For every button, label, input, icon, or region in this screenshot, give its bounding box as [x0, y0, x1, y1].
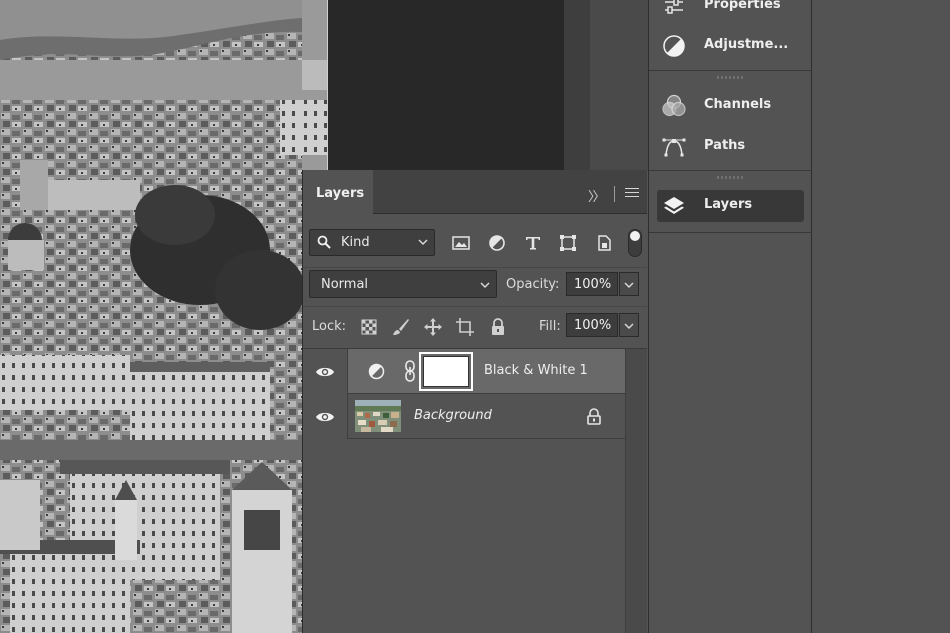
document-pasteboard [327, 0, 564, 170]
dock-group-layers: Layers [649, 172, 812, 233]
smart-object-filter-icon[interactable] [594, 233, 614, 253]
document-canvas[interactable] [0, 0, 302, 633]
fill-label: Fill: [539, 319, 561, 334]
dock-group-properties: Properties Adjustme... [649, 0, 812, 79]
layer-row-background[interactable]: Background [303, 394, 647, 439]
dock-item-properties[interactable]: Properties [657, 0, 804, 22]
filter-kind-label: Kind [341, 235, 370, 250]
chain-link-icon[interactable] [404, 360, 416, 382]
layer-thumbnail [355, 400, 401, 432]
chevron-down-icon [418, 239, 428, 245]
eye-icon [316, 412, 334, 422]
blend-mode-value: Normal [321, 277, 369, 292]
lock-fill-row: Lock: Fill: 100% [303, 306, 647, 346]
dock-item-label: Adjustme... [704, 37, 789, 52]
image-filter-icon[interactable] [451, 233, 471, 253]
search-icon [317, 235, 331, 249]
opacity-input[interactable]: 100% [566, 272, 618, 296]
panel-dock: Properties Adjustme... Channels Paths La… [648, 0, 812, 633]
layers-tab-bar: Layers 〉〉 [303, 170, 647, 215]
layer-filter-row: Kind [303, 223, 647, 257]
layer-name: Background [414, 408, 492, 423]
dock-item-label: Layers [704, 197, 753, 212]
panel-gutter [564, 0, 590, 170]
dock-group-channels: Channels Paths [649, 72, 812, 179]
fill-input[interactable]: 100% [566, 313, 618, 337]
layer-name: Black & White 1 [484, 363, 588, 378]
channels-icon [662, 94, 686, 117]
type-filter-icon[interactable] [523, 233, 543, 253]
paths-icon [662, 138, 686, 157]
workspace-background [812, 0, 950, 633]
chevron-down-icon [624, 282, 634, 288]
move-icon[interactable] [423, 317, 443, 337]
properties-icon [665, 0, 683, 14]
fill-dropdown[interactable] [619, 313, 639, 337]
eye-icon [316, 367, 334, 377]
layers-list-scrollbar[interactable] [625, 349, 647, 633]
dock-item-channels[interactable]: Channels [657, 90, 804, 122]
adjustment-layer-icon [368, 363, 385, 380]
dock-item-paths[interactable]: Paths [657, 131, 804, 163]
dock-item-label: Channels [704, 97, 772, 112]
layer-visibility-toggle[interactable] [303, 394, 347, 439]
chevron-down-icon [624, 323, 634, 329]
layer-body[interactable]: Black & White 1 [347, 349, 625, 394]
opacity-dropdown[interactable] [619, 272, 639, 296]
layers-panel: Layers 〉〉 Kind Normal Opacity: 100% Lock… [302, 170, 647, 633]
layers-list: Black & White 1 Background [303, 348, 647, 633]
filter-kind-select[interactable]: Kind [309, 229, 435, 256]
dock-item-adjustments[interactable]: Adjustme... [657, 30, 804, 62]
lock-transparent-pixels-icon[interactable] [359, 317, 379, 337]
chevron-down-icon [480, 282, 490, 288]
dock-item-layers[interactable]: Layers [657, 190, 804, 222]
panel-menu-icon[interactable] [625, 188, 639, 198]
tab-divider [614, 186, 615, 202]
filter-toggle-switch[interactable] [628, 229, 642, 257]
collapse-panel-button[interactable]: 〉〉 [588, 186, 605, 205]
canvas-edge [302, 0, 328, 170]
dock-item-label: Paths [704, 138, 746, 153]
adjustments-icon [663, 35, 685, 57]
blend-opacity-row: Normal Opacity: 100% [303, 267, 647, 303]
lock-all-icon[interactable] [488, 317, 508, 337]
lock-label: Lock: [312, 319, 347, 334]
layer-body[interactable]: Background [347, 394, 625, 439]
dock-item-label: Properties [704, 0, 781, 12]
layer-visibility-toggle[interactable] [303, 349, 347, 394]
lock-icon [587, 408, 601, 425]
layer-mask-thumbnail[interactable] [419, 352, 473, 391]
artboard-crop-icon[interactable] [455, 317, 475, 337]
photo-image [0, 0, 302, 633]
layer-row-black-and-white[interactable]: Black & White 1 [303, 349, 647, 394]
tab-layers[interactable]: Layers [303, 170, 373, 215]
panel-gutter-2 [590, 0, 648, 170]
adjustment-filter-icon[interactable] [487, 233, 507, 253]
shape-filter-icon[interactable] [558, 233, 578, 253]
layers-icon [664, 197, 684, 214]
brush-icon[interactable] [391, 317, 411, 337]
opacity-label: Opacity: [506, 277, 560, 292]
blend-mode-select[interactable]: Normal [309, 270, 497, 298]
